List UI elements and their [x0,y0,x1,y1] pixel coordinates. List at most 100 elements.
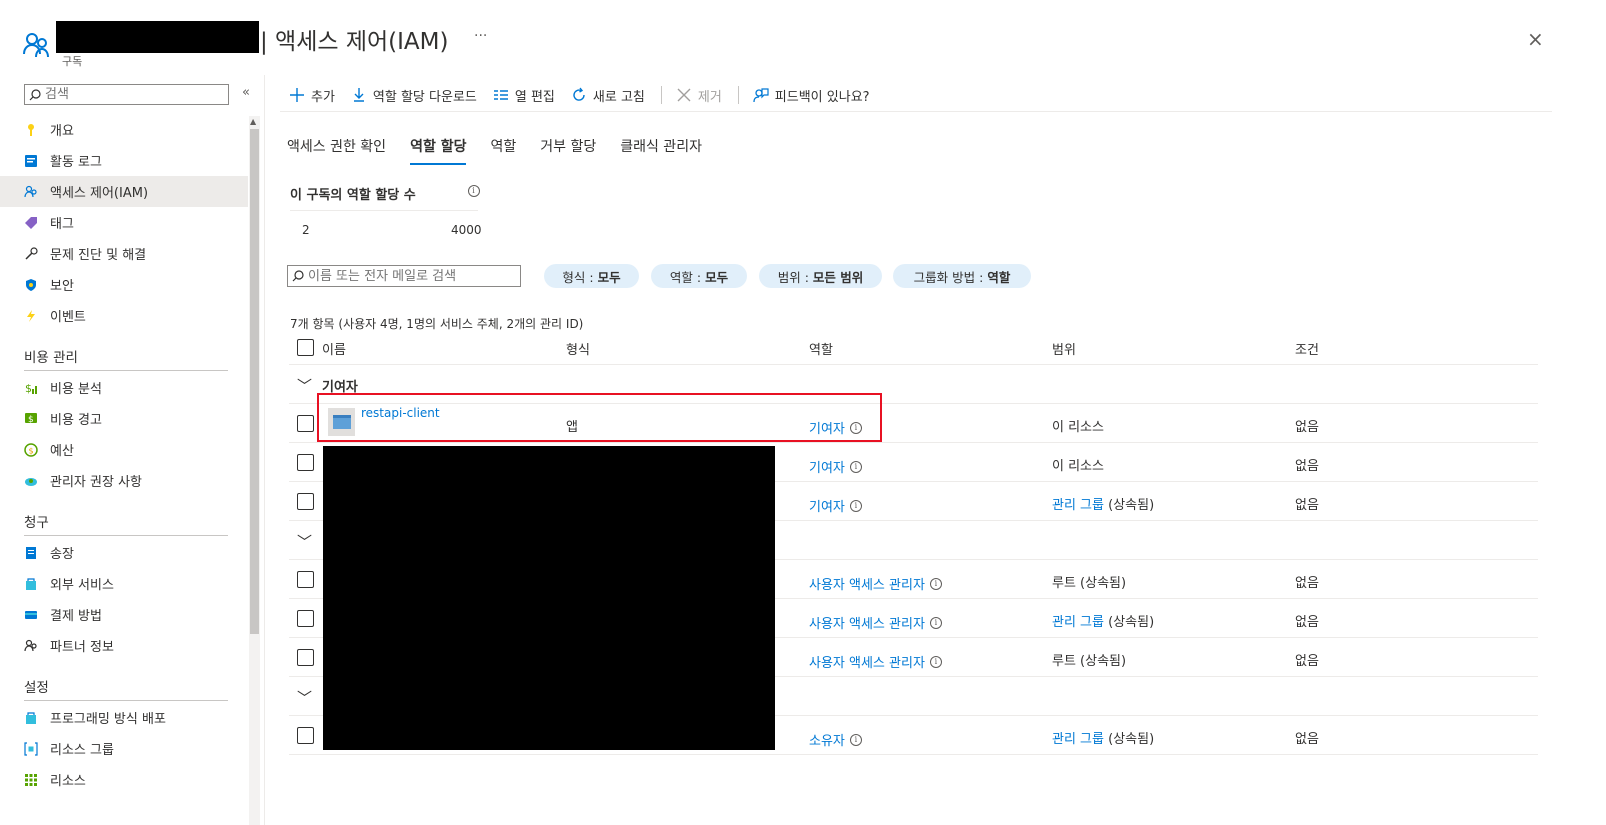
search-icon [292,270,304,282]
filter-pill-group-by[interactable]: 그룹화 방법 : 역할 [893,264,1031,288]
sidebar-item-security[interactable]: 보안 [0,269,248,300]
scope-link[interactable]: 관리 그룹 [1052,732,1104,747]
column-header-role[interactable]: 역할 [809,339,833,358]
row-role-link[interactable]: 사용자 액세스 관리자 [809,613,925,632]
refresh-button[interactable]: 새로 고침 [571,86,645,105]
info-icon[interactable]: i [849,499,862,512]
name-email-search-input[interactable] [308,268,508,284]
row-role[interactable]: 사용자 액세스 관리자 i [809,613,942,632]
tab-deny-assignments[interactable]: 거부 할당 [540,136,596,165]
info-icon[interactable]: i [929,616,942,629]
info-icon[interactable]: i [929,577,942,590]
row-role-link[interactable]: 기여자 [809,457,845,476]
redacted-identities [323,446,775,750]
row-role-link[interactable]: 기여자 [809,496,845,515]
wrench-icon [24,246,38,261]
sidebar-item-events[interactable]: 이벤트 [0,300,248,331]
sidebar-item-label: 리소스 그룹 [50,743,114,758]
add-button[interactable]: 추가 [289,86,335,105]
chevron-down-icon[interactable]: ﹀ [297,531,312,552]
edit-columns-button[interactable]: 열 편집 [493,86,555,105]
tab-check-access[interactable]: 액세스 권한 확인 [287,136,386,165]
row-checkbox[interactable] [297,571,314,588]
info-icon[interactable]: i [929,655,942,668]
sidebar-item-label: 결제 방법 [50,609,102,624]
svg-text:$: $ [25,382,32,395]
sidebar-item-partner-info[interactable]: 파트너 정보 [0,630,248,661]
cost-analysis-icon: $ [24,381,38,395]
sidebar-item-payment-methods[interactable]: 결제 방법 [0,599,248,630]
sidebar-border [264,75,265,825]
more-options-button[interactable]: ··· [474,28,487,44]
remove-button[interactable]: 제거 [676,86,722,105]
row-scope: 이 리소스 [1052,459,1104,474]
sidebar-item-diagnose[interactable]: 문제 진단 및 해결 [0,238,248,269]
page-title: | 액세스 제어(IAM) [260,29,449,55]
row-role[interactable]: 기여자 i [809,496,862,515]
sidebar-item-cost-analysis[interactable]: $ 비용 분석 [0,372,248,403]
tab-roles[interactable]: 역할 [490,136,516,165]
filter-pill-type[interactable]: 형식 : 모두 [544,264,639,288]
sidebar-item-resources[interactable]: 리소스 [0,764,248,795]
select-all-checkbox[interactable] [297,339,314,356]
close-button[interactable]: × [1527,27,1544,51]
row-scope: 관리 그룹 (상속됨) [1052,611,1154,630]
sidebar-item-overview[interactable]: 개요 [0,114,248,145]
sidebar-item-tags[interactable]: 태그 [0,207,248,238]
sidebar-item-advisor[interactable]: 관리자 권장 사항 [0,465,248,496]
column-header-condition[interactable]: 조건 [1295,339,1319,358]
filter-pill-scope[interactable]: 범위 : 모든 범위 [759,264,882,288]
sidebar-item-programmatic-deployment[interactable]: 프로그래밍 방식 배포 [0,702,248,733]
sidebar-item-cost-alerts[interactable]: $ 비용 경고 [0,403,248,434]
row-checkbox[interactable] [297,415,314,432]
tab-classic-administrators[interactable]: 클래식 관리자 [620,136,702,165]
sidebar-item-label: 비용 분석 [50,382,102,397]
sidebar-search-box[interactable] [24,84,229,105]
sidebar-item-invoices[interactable]: 송장 [0,537,248,568]
info-icon[interactable]: i [467,184,480,197]
sidebar-item-resource-groups[interactable]: 리소스 그룹 [0,733,248,764]
toolbar-separator [660,86,662,104]
row-role-link[interactable]: 사용자 액세스 관리자 [809,574,925,593]
chevron-down-icon[interactable]: ﹀ [297,375,312,396]
resource-group-icon [24,741,38,756]
feedback-button[interactable]: 피드백이 있나요? [753,86,870,105]
info-icon[interactable]: i [849,733,862,746]
sidebar-section-settings: 설정 [24,680,49,696]
row-role[interactable]: 기여자 i [809,457,862,476]
sidebar-scrollbar-thumb[interactable] [250,129,259,634]
scroll-up-icon[interactable]: ▲ [250,117,256,126]
column-header-name[interactable]: 이름 [322,339,346,358]
column-header-type[interactable]: 형식 [566,339,590,358]
sidebar-item-activity-log[interactable]: 활동 로그 [0,145,248,176]
sidebar-item-budget[interactable]: $ 예산 [0,434,248,465]
scope-link[interactable]: 관리 그룹 [1052,498,1104,513]
toolbar-divider [280,111,1552,112]
row-checkbox[interactable] [297,727,314,744]
row-role[interactable]: 사용자 액세스 관리자 i [809,574,942,593]
scope-link[interactable]: 관리 그룹 [1052,615,1104,630]
scope-suffix: (상속됨) [1108,615,1155,630]
feedback-icon [753,87,769,103]
remove-label: 제거 [697,89,722,105]
sidebar-item-external-services[interactable]: 외부 서비스 [0,568,248,599]
sidebar-item-iam[interactable]: 액세스 제어(IAM) [0,176,248,207]
sidebar-search-input[interactable] [45,87,215,102]
sidebar-collapse-button[interactable]: « [242,85,250,100]
row-role[interactable]: 사용자 액세스 관리자 i [809,652,942,671]
info-icon[interactable]: i [849,460,862,473]
column-header-scope[interactable]: 범위 [1052,339,1076,358]
sidebar-section-cost: 비용 관리 [24,350,78,366]
row-role-link[interactable]: 사용자 액세스 관리자 [809,652,925,671]
filter-pill-role[interactable]: 역할 : 모두 [651,264,747,288]
row-role-link[interactable]: 소유자 [809,730,845,749]
chevron-down-icon[interactable]: ﹀ [297,687,312,708]
row-checkbox[interactable] [297,493,314,510]
row-checkbox[interactable] [297,610,314,627]
download-role-assignments-button[interactable]: 역할 할당 다운로드 [351,86,477,105]
row-checkbox[interactable] [297,454,314,471]
row-role[interactable]: 소유자 i [809,730,862,749]
tab-role-assignments[interactable]: 역할 할당 [410,136,467,165]
row-checkbox[interactable] [297,649,314,666]
name-email-search-box[interactable] [287,265,521,287]
